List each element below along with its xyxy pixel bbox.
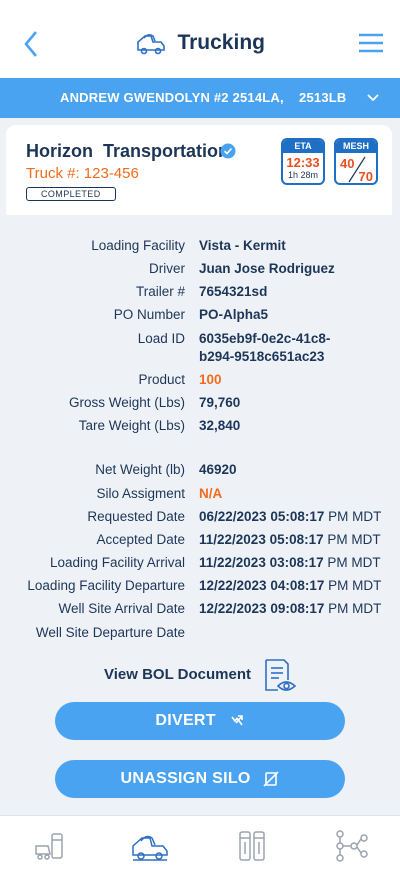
date-value: 11/22/2023 05:08:17 <box>199 532 324 547</box>
detail-value: 12/22/2023 09:08:17 PM MDT <box>199 601 381 616</box>
menu-icon[interactable] <box>358 32 384 54</box>
well-selector[interactable]: ANDREW GWENDOLYN #2 2514LA, 2513LB <box>0 78 400 118</box>
detail-key: Well Site Arrival Date <box>58 601 185 616</box>
verified-icon <box>220 143 236 159</box>
detail-value: 11/22/2023 03:08:17 PM MDT <box>199 555 381 570</box>
detail-key: Well Site Departure Date <box>35 625 185 640</box>
unassign-label: UNASSIGN SILO <box>120 770 251 787</box>
date-value: 12/22/2023 09:08:17 <box>199 601 325 616</box>
detail-key: Trailer # <box>135 284 185 299</box>
chevron-down-icon[interactable] <box>366 92 380 104</box>
detail-value: Juan Jose Rodriguez <box>199 261 335 276</box>
detail-value: N/A <box>199 486 223 501</box>
detail-key: Gross Weight (Lbs) <box>68 395 185 410</box>
date-value: 06/22/2023 05:08:17 <box>199 509 325 524</box>
mesh-bottom: 70 <box>358 169 373 184</box>
divert-label: DIVERT <box>155 712 216 729</box>
detail-key: Product <box>138 372 185 387</box>
detail-value: 79,760 <box>199 395 241 410</box>
detail-key: Accepted Date <box>96 532 185 547</box>
header-title-wrap: Trucking <box>0 30 400 56</box>
detail-key: PO Number <box>113 307 185 322</box>
detail-value: 11/22/2023 05:08:17 PM MDT <box>199 532 381 547</box>
unassign-silo-button[interactable]: UNASSIGN SILO <box>55 760 345 798</box>
mesh-top: 40 <box>340 156 355 171</box>
detail-key: Loading Facility Departure <box>27 578 185 593</box>
trucking-icon[interactable] <box>130 828 170 864</box>
detail-value: Vista - Kermit <box>199 238 286 253</box>
silos-icon[interactable] <box>232 828 272 864</box>
date-suffix: PM MDT <box>323 555 381 570</box>
date-suffix: PM MDT <box>324 601 382 616</box>
well-selector-label: ANDREW GWENDOLYN #2 2514LA, 2513LB <box>60 90 347 105</box>
detail-key: Tare Weight (Lbs) <box>78 418 185 433</box>
bol-label[interactable]: View BOL Document <box>104 666 251 683</box>
detail-key: Loading Facility <box>91 238 185 253</box>
status-badge: COMPLETED <box>26 187 116 201</box>
detail-key: Load ID <box>137 331 185 346</box>
page-title: Trucking <box>177 31 265 54</box>
detail-key: Net Weight (lb) <box>95 462 185 477</box>
divert-icon <box>230 714 243 726</box>
detail-key: Requested Date <box>87 509 185 524</box>
unlink-icon <box>263 771 280 787</box>
mesh-header: MESH <box>336 140 376 153</box>
eta-duration: 1h 28m <box>287 170 319 180</box>
date-suffix: PM MDT <box>323 532 381 547</box>
top-bar: Trucking <box>0 0 400 78</box>
date-value: 11/22/2023 03:08:17 <box>199 555 324 570</box>
silo-truck-icon[interactable] <box>32 828 72 864</box>
truck-card: Horizon Transportation Truck #: 123-456 … <box>6 125 392 215</box>
detail-value: 12/22/2023 04:08:17 PM MDT <box>199 578 381 593</box>
detail-value: 7654321sd <box>199 284 268 299</box>
detail-value: 46920 <box>199 462 237 477</box>
bottom-tab-bar <box>0 815 400 875</box>
document-view-icon[interactable] <box>262 658 298 694</box>
detail-key: Driver <box>149 261 185 276</box>
detail-key: Silo Assigment <box>96 486 185 501</box>
detail-value-cont: b294-9518c651ac23 <box>199 349 325 364</box>
truck-number: Truck #: 123-456 <box>26 165 139 182</box>
date-suffix: PM MDT <box>324 509 382 524</box>
detail-value: 06/22/2023 05:08:17 PM MDT <box>199 509 381 524</box>
eta-header: ETA <box>283 140 323 153</box>
company-name: Horizon Transportation <box>26 141 230 161</box>
eta-badge: ETA 12:33 1h 28m <box>281 138 325 185</box>
detail-key: Loading Facility Arrival <box>49 555 185 570</box>
divert-button[interactable]: DIVERT <box>55 702 345 740</box>
date-value: 12/22/2023 04:08:17 <box>199 578 325 593</box>
mesh-badge: MESH 40 70 <box>334 138 378 185</box>
network-icon[interactable] <box>330 828 370 864</box>
detail-value: 100 <box>199 372 222 387</box>
date-suffix: PM MDT <box>324 578 382 593</box>
eta-time: 12:33 <box>286 155 320 170</box>
detail-value: PO-Alpha5 <box>199 307 269 322</box>
detail-value: 32,840 <box>199 418 241 433</box>
detail-value: 6035eb9f-0e2c-41c8- <box>199 331 331 346</box>
truck-icon <box>137 34 165 55</box>
